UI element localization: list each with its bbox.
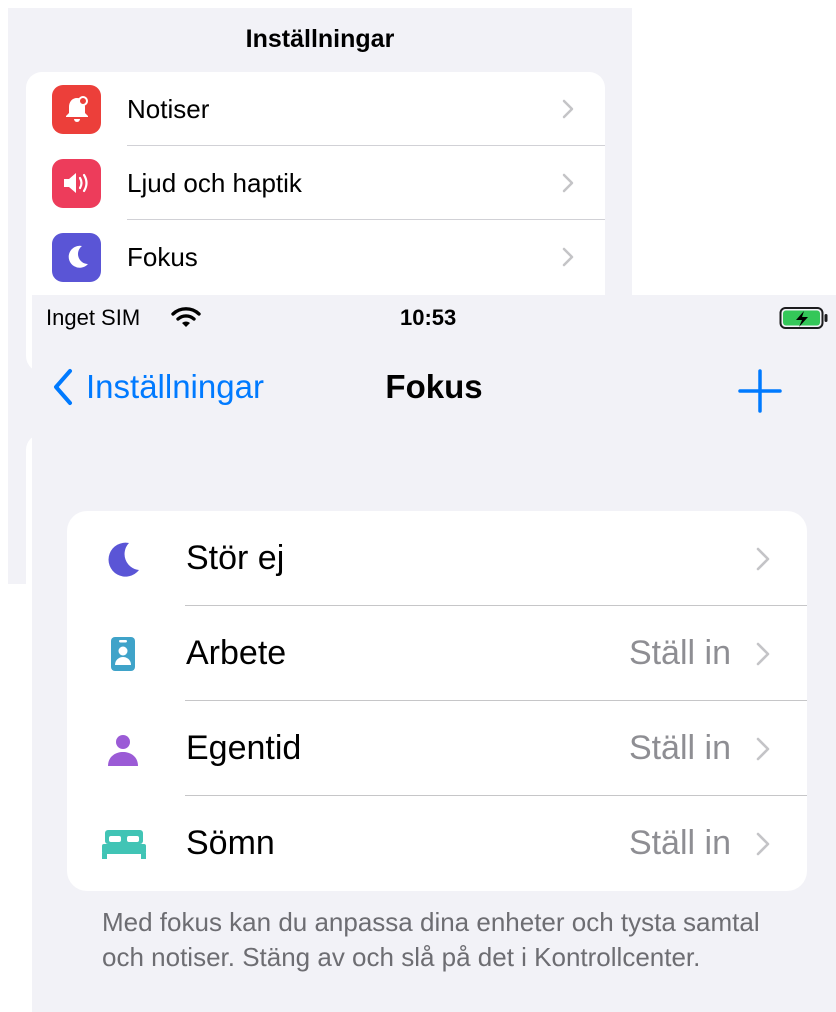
moon-icon — [52, 232, 101, 282]
status-bar: Inget SIM 10:53 — [32, 295, 836, 341]
focus-item-status: Ställ in — [628, 824, 731, 862]
focus-item-label: Egentid — [186, 729, 302, 767]
focus-item-label: Arbete — [186, 634, 287, 672]
chevron-right-icon — [756, 642, 770, 666]
background-item-notiser[interactable]: Notiser — [26, 72, 605, 146]
back-button-label: Inställningar — [86, 368, 264, 405]
focus-item-arbete[interactable]: Arbete Ställ in — [67, 606, 807, 701]
focus-item-egentid[interactable]: Egentid Ställ in — [67, 701, 807, 796]
fokus-screen: Inget SIM 10:53 Inställningar Fokus Stör… — [32, 295, 836, 1012]
person-icon — [103, 729, 143, 769]
clock: 10:53 — [400, 305, 457, 330]
background-item-label: Notiser — [127, 93, 210, 124]
focus-item-status: Ställ in — [628, 729, 731, 767]
background-item-fokus[interactable]: Fokus — [26, 220, 605, 294]
bed-icon — [99, 824, 149, 864]
moon-icon — [103, 539, 143, 579]
wifi-icon — [171, 307, 201, 327]
focus-item-stor-ej[interactable]: Stör ej — [67, 511, 807, 606]
carrier-label: Inget SIM — [46, 305, 141, 330]
focus-item-somn[interactable]: Sömn Ställ in — [67, 796, 807, 891]
background-item-ljud[interactable]: Ljud och haptik — [26, 146, 605, 220]
background-item-label: Fokus — [127, 241, 198, 272]
focus-item-label: Stör ej — [186, 539, 285, 577]
chevron-right-icon — [756, 737, 770, 761]
chevron-right-icon — [562, 173, 574, 193]
background-item-label: Ljud och haptik — [127, 167, 302, 198]
back-button[interactable]: Inställningar — [50, 365, 264, 409]
background-title: Inställningar — [245, 24, 395, 53]
chevron-right-icon — [562, 247, 574, 267]
bell-icon — [52, 84, 101, 134]
focus-description: Med fokus kan du anpassa dina enheter oc… — [102, 907, 760, 972]
battery-charging-icon — [779, 307, 828, 329]
id-badge-icon — [103, 634, 143, 674]
add-icon[interactable] — [734, 365, 786, 417]
speaker-icon — [52, 158, 101, 208]
chevron-right-icon — [756, 547, 770, 571]
focus-modes-list: Stör ej Arbete Ställ in Egentid Ställ in — [67, 511, 807, 891]
focus-item-label: Sömn — [186, 824, 275, 862]
chevron-left-icon — [54, 369, 72, 405]
chevron-right-icon — [756, 832, 770, 856]
focus-item-status: Ställ in — [628, 634, 731, 672]
chevron-right-icon — [562, 99, 574, 119]
navigation-bar: Inställningar Fokus — [32, 341, 836, 433]
